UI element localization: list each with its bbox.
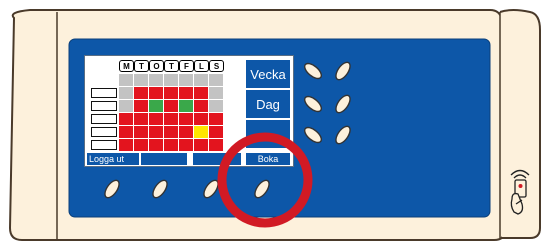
hardware-button[interactable] — [302, 61, 324, 82]
hardware-buttons — [102, 60, 530, 228]
hardware-button[interactable] — [302, 125, 324, 146]
rfid-card-icon — [510, 169, 530, 215]
hardware-button[interactable] — [150, 178, 170, 200]
hardware-button[interactable] — [302, 94, 324, 115]
hardware-button[interactable] — [252, 178, 272, 200]
hardware-button[interactable] — [102, 178, 122, 200]
hardware-button[interactable] — [333, 124, 353, 146]
hardware-button[interactable] — [333, 93, 353, 115]
hardware-button[interactable] — [333, 60, 353, 82]
